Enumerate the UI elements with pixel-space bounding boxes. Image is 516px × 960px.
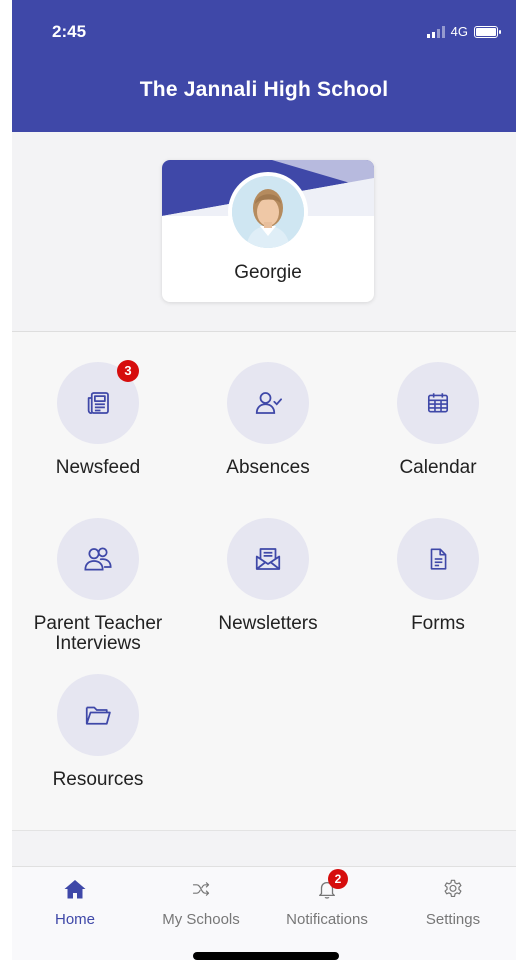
tab-label: My Schools (162, 911, 240, 928)
app-container: 2:45 4G The Jannali High School Georgie … (12, 0, 516, 960)
newsfeed-icon-circle: 3 (57, 360, 139, 444)
home-indicator[interactable] (193, 952, 339, 960)
network-label: 4G (450, 24, 468, 39)
page-title: The Jannali High School (139, 78, 389, 101)
menu-item-label: Newsfeed (55, 457, 141, 478)
battery-icon (474, 25, 501, 38)
menu-item-calendar[interactable]: Calendar (353, 362, 516, 478)
status-indicators: 4G (426, 24, 501, 39)
interviews-icon-circle (57, 518, 139, 600)
tab-notifications[interactable]: 2 Notifications (264, 869, 390, 928)
forms-icon-circle (397, 518, 479, 600)
newsfeed-badge: 3 (117, 360, 139, 382)
tab-label: Home (54, 911, 95, 928)
menu-item-newsfeed[interactable]: 3 Newsfeed (13, 360, 183, 478)
tab-settings[interactable]: Settings (390, 877, 516, 928)
tab-home[interactable]: Home (12, 877, 138, 928)
menu-item-label: Absences (226, 457, 310, 478)
menu-item-label: Resources (52, 769, 144, 790)
profile-name: Georgie (234, 262, 302, 283)
header-bar: 2:45 4G The Jannali High School (12, 0, 516, 132)
document-icon (430, 548, 447, 570)
menu-item-absences[interactable]: Absences (183, 362, 353, 478)
tab-bar: Home My Schools 2 Notifications Settings (12, 866, 516, 960)
menu-item-parent-teacher-interviews[interactable]: Parent Teacher Interviews (13, 518, 183, 654)
absences-icon-circle (227, 362, 309, 444)
menu-grid: 3 Newsfeed Absences Calendar Parent Teac… (12, 332, 516, 830)
users-icon (84, 547, 112, 571)
tab-label: Settings (425, 911, 481, 928)
status-time: 2:45 (52, 22, 87, 41)
tab-label: Notifications (286, 911, 368, 928)
menu-item-label: Newsletters (218, 613, 318, 634)
signal-icon (426, 25, 445, 38)
menu-item-label: Calendar (399, 457, 477, 478)
tab-my-schools[interactable]: My Schools (138, 877, 264, 928)
newsletters-icon-circle (227, 518, 309, 600)
avatar (228, 172, 308, 252)
calendar-icon (427, 393, 449, 413)
mail-open-icon (255, 548, 281, 570)
calendar-icon-circle (397, 362, 479, 444)
menu-item-forms[interactable]: Forms (353, 518, 516, 634)
menu-item-label: Forms (411, 613, 465, 634)
shuffle-icon (192, 882, 210, 896)
newspaper-icon (87, 392, 109, 414)
user-check-icon (255, 392, 282, 414)
screen: 2:45 4G The Jannali High School Georgie … (0, 0, 516, 960)
profile-section: Georgie (12, 132, 516, 332)
profile-card[interactable]: Georgie (162, 160, 374, 302)
folder-icon (85, 706, 111, 725)
student-photo (232, 176, 304, 248)
menu-item-label: Parent Teacher Interviews (33, 613, 163, 654)
home-icon (64, 880, 86, 899)
gear-icon (444, 879, 462, 898)
notifications-badge: 2 (328, 869, 348, 889)
menu-item-resources[interactable]: Resources (13, 674, 183, 790)
resources-icon-circle (57, 674, 139, 756)
menu-item-newsletters[interactable]: Newsletters (183, 518, 353, 634)
content-footer-band (12, 830, 516, 866)
